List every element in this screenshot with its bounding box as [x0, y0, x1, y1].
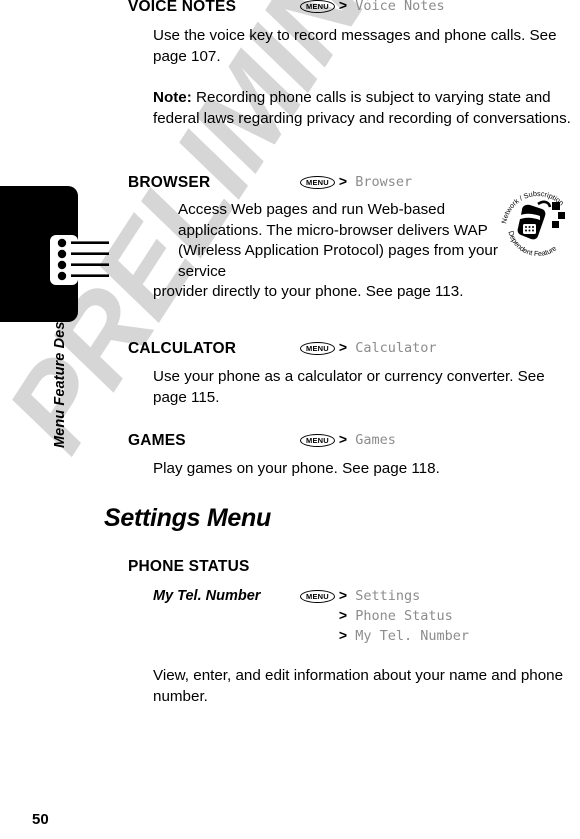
path-line: > Browser	[339, 173, 412, 190]
path-line: > Games	[339, 431, 396, 448]
chevron-icon: >	[338, 431, 348, 447]
term-browser: Browser	[128, 174, 211, 191]
network-subscription-dependent-feature-icon: Network / Subscription Dependent Feature	[500, 189, 566, 258]
menu-list-icon	[57, 238, 109, 281]
path-lines: > Browser	[339, 173, 412, 190]
path-label: Browser	[355, 174, 413, 190]
note-label: Note:	[153, 89, 192, 106]
menu-path-my-tel-number: MENU > Settings > Phone Status > My Tel.…	[300, 587, 469, 644]
browser-paragraph-full: provider directly to your phone. See pag…	[153, 283, 464, 301]
page-number: 50	[32, 811, 49, 828]
entry-games: Games MENU > Games Play games on your ph…	[128, 431, 580, 477]
menu-path-games: MENU > Games	[300, 431, 396, 448]
page-canvas: Menu Feature Descriptions 50 Network / S…	[0, 0, 580, 839]
entry-voice-notes: Voice Notes MENU > Voice Notes Use the v…	[128, 0, 580, 127]
path-label: Phone Status	[355, 608, 453, 624]
voice-notes-note: Note: Recording phone calls is subject t…	[153, 88, 580, 129]
path-label: Settings	[355, 588, 421, 604]
menu-path-voice-notes: MENU > Voice Notes	[300, 0, 445, 14]
term-games: Games	[128, 432, 186, 449]
browser-paragraph-indented: Access Web pages and run Web-based appli…	[178, 201, 498, 280]
menu-key-icon: MENU	[300, 434, 335, 447]
menu-path-calculator: MENU > Calculator	[300, 339, 437, 356]
term-calculator: Calculator	[128, 340, 237, 357]
menu-key-icon: MENU	[300, 590, 335, 603]
calculator-paragraph: Use your phone as a calculator or curren…	[153, 368, 545, 406]
note-body: Recording phone calls is subject to vary…	[153, 89, 571, 127]
path-label: Games	[355, 432, 396, 448]
voice-notes-paragraph-1: Use the voice key to record messages and…	[153, 27, 557, 65]
my-tel-number-paragraph: View, enter, and edit information about …	[153, 667, 564, 705]
path-line: > Settings	[339, 587, 469, 604]
entry-header: My Tel. Number MENU > Settings > Phone S…	[128, 587, 580, 644]
term-my-tel-number: My Tel. Number	[153, 588, 261, 604]
chevron-icon: >	[338, 339, 348, 355]
path-line: > My Tel. Number	[339, 627, 469, 644]
entry-calculator: Calculator MENU > Calculator Use your ph…	[128, 339, 580, 406]
chevron-icon: >	[338, 627, 348, 643]
path-line: > Voice Notes	[339, 0, 445, 14]
menu-key-icon: MENU	[300, 0, 335, 13]
term-phone-status: Phone Status	[128, 558, 250, 575]
path-lines: > Games	[339, 431, 396, 448]
path-lines: > Voice Notes	[339, 0, 445, 14]
chevron-icon: >	[338, 607, 348, 623]
path-lines: > Settings > Phone Status > My Tel. Numb…	[339, 587, 469, 644]
entry-header: Phone Status	[128, 558, 580, 579]
menu-key-icon: MENU	[300, 176, 335, 189]
term-voice-notes: Voice Notes	[128, 0, 237, 15]
path-label: My Tel. Number	[355, 628, 470, 644]
games-paragraph: Play games on your phone. See page 118.	[153, 460, 440, 477]
section-title-settings-menu: Settings Menu	[104, 504, 271, 532]
menu-key-icon: MENU	[300, 342, 335, 355]
chevron-icon: >	[338, 0, 348, 13]
menu-path-browser: MENU > Browser	[300, 173, 412, 190]
entry-phone-status: Phone Status	[128, 558, 580, 579]
path-lines: > Calculator	[339, 339, 437, 356]
path-line: > Calculator	[339, 339, 437, 356]
entry-header: Calculator MENU > Calculator	[128, 339, 580, 361]
entry-my-tel-number: My Tel. Number MENU > Settings > Phone S…	[128, 587, 580, 705]
chevron-icon: >	[338, 173, 348, 189]
path-label: Calculator	[355, 340, 437, 356]
entry-header: Games MENU > Games	[128, 431, 580, 453]
chevron-icon: >	[338, 587, 348, 603]
path-label: Voice Notes	[355, 0, 445, 14]
path-line: > Phone Status	[339, 607, 469, 624]
entry-header: Voice Notes MENU > Voice Notes	[128, 0, 580, 19]
